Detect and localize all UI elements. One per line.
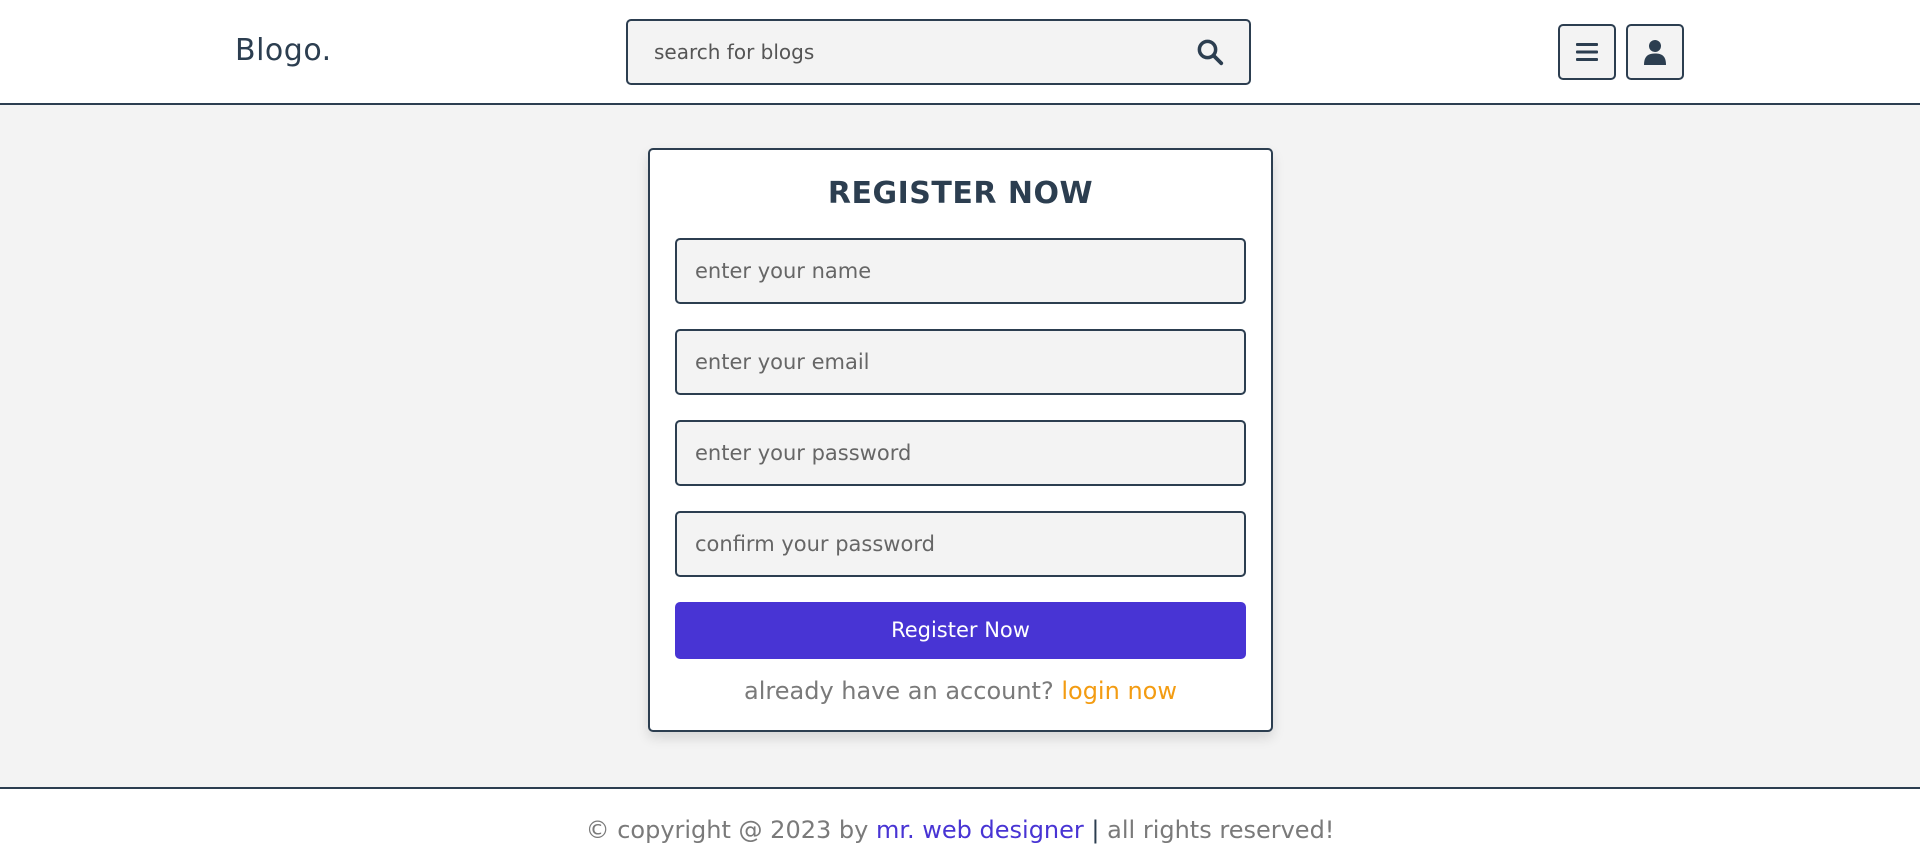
search-form xyxy=(626,19,1251,85)
footer-separator: | xyxy=(1091,816,1100,844)
name-field[interactable] xyxy=(675,238,1246,304)
confirm-password-field[interactable] xyxy=(675,511,1246,577)
rights-text: all rights reserved! xyxy=(1107,816,1335,844)
password-field[interactable] xyxy=(675,420,1246,486)
author-link[interactable]: mr. web designer xyxy=(876,816,1084,844)
site-header: Blogo. xyxy=(0,0,1920,105)
email-field[interactable] xyxy=(675,329,1246,395)
search-icon[interactable] xyxy=(1195,37,1225,67)
login-prompt-line: already have an account? login now xyxy=(650,677,1271,705)
user-icon xyxy=(1644,40,1666,65)
login-link[interactable]: login now xyxy=(1061,677,1177,705)
login-prompt-text: already have an account? xyxy=(744,677,1054,705)
form-title: REGISTER NOW xyxy=(827,176,1094,211)
logo[interactable]: Blogo. xyxy=(235,33,332,68)
copyright-text: © copyright @ 2023 by mr. web designer |… xyxy=(586,816,1335,844)
user-button[interactable] xyxy=(1626,24,1684,80)
menu-icon xyxy=(1576,43,1598,61)
register-form: REGISTER NOW Register Now already have a… xyxy=(648,148,1273,732)
copyright-prefix: © copyright @ 2023 by xyxy=(585,816,869,844)
register-button[interactable]: Register Now xyxy=(675,602,1246,659)
site-footer: © copyright @ 2023 by mr. web designer |… xyxy=(0,787,1920,866)
search-input[interactable] xyxy=(628,21,1168,83)
menu-button[interactable] xyxy=(1558,24,1616,80)
